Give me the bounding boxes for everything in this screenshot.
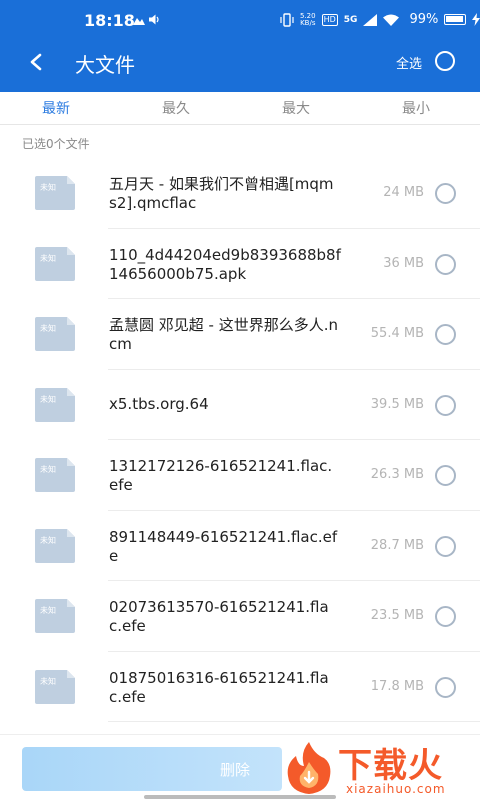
file-select-radio[interactable]: [435, 465, 456, 486]
file-row[interactable]: 未知 891148449-616521241.flac.efe 28.7 MB: [0, 511, 480, 581]
status-time: 18:18: [84, 11, 135, 30]
file-name: 五月天 - 如果我们不曾相遇[mqms2].qmcflac: [109, 175, 334, 212]
tab-largest[interactable]: 最大: [282, 98, 310, 118]
delete-button[interactable]: 删除: [22, 747, 282, 791]
file-select-radio[interactable]: [435, 676, 456, 698]
file-name: 02073613570-616521241.flac.efe: [109, 598, 329, 635]
file-type-label: 未知: [40, 605, 56, 615]
file-type-label: 未知: [40, 464, 56, 474]
file-select-radio[interactable]: [435, 606, 456, 627]
file-row[interactable]: 未知 1312172126-616521241.flac.efe 26.3 MB: [0, 440, 480, 511]
file-row[interactable]: 未知 02073613570-616521241.flac.efe 23.5 M…: [0, 581, 480, 652]
selected-count: 已选0个文件: [22, 137, 90, 151]
file-type-label: 未知: [40, 535, 56, 545]
file-size: 36 MB: [383, 255, 424, 271]
gesture-nav-handle[interactable]: [144, 795, 336, 799]
unknown-file-icon: 未知: [35, 246, 75, 281]
unknown-file-icon: 未知: [35, 458, 75, 492]
unknown-file-icon: 未知: [35, 528, 75, 563]
file-row[interactable]: 未知 x5.tbs.org.64 39.5 MB: [0, 370, 480, 440]
network-speed: 5.20 KB/s: [300, 12, 316, 27]
file-row[interactable]: 未知 110_4d44204ed9b8393688b8f14656000b75.…: [0, 229, 480, 299]
file-select-radio[interactable]: [435, 253, 456, 275]
unknown-file-icon: 未知: [35, 317, 75, 351]
watermark-title: 下载火: [338, 746, 443, 786]
signal-icon: [363, 13, 378, 26]
back-arrow-icon: [30, 53, 42, 71]
unknown-file-icon: 未知: [35, 176, 75, 210]
battery-percent: 99%: [409, 12, 439, 27]
file-type-label: 未知: [40, 182, 56, 192]
status-right-icons: 5.20 KB/s HD 5G 99%: [280, 12, 480, 27]
tab-newest[interactable]: 最新: [42, 98, 70, 118]
tab-oldest[interactable]: 最久: [162, 98, 190, 118]
vibrate-icon: [280, 12, 294, 27]
file-select-radio[interactable]: [435, 324, 456, 345]
file-type-label: 未知: [40, 253, 56, 263]
file-type-label: 未知: [40, 394, 56, 404]
file-name: 891148449-616521241.flac.efe: [109, 527, 338, 565]
unknown-file-icon: 未知: [35, 599, 75, 633]
file-select-radio[interactable]: [435, 394, 456, 416]
file-name: 孟慧圆 邓见超 - 这世界那么多人.ncm: [109, 316, 338, 353]
file-name: 1312172126-616521241.flac.efe: [109, 457, 333, 494]
volume-icon: [149, 14, 159, 25]
file-row[interactable]: 未知 01875016316-616521241.flac.efe 17.8 M…: [0, 652, 480, 722]
network-type: 5G: [343, 14, 358, 25]
file-name: 01875016316-616521241.flac.efe: [109, 668, 329, 706]
back-button[interactable]: [22, 48, 50, 76]
file-row[interactable]: 未知 孟慧圆 邓见超 - 这世界那么多人.ncm 55.4 MB: [0, 299, 480, 370]
unknown-file-icon: 未知: [35, 387, 75, 422]
file-type-label: 未知: [40, 323, 56, 333]
file-size: 17.8 MB: [370, 678, 424, 694]
app-bar: 18:18 5.20 KB/s HD 5G 99% 大文件 全选: [0, 0, 480, 92]
file-name: 110_4d44204ed9b8393688b8f14656000b75.apk: [109, 245, 341, 283]
file-row[interactable]: 未知 五月天 - 如果我们不曾相遇[mqms2].qmcflac 24 MB: [0, 158, 480, 229]
watermark-url: xiazaihuo.com: [346, 782, 446, 796]
network-speed-unit: KB/s: [300, 18, 316, 27]
unknown-file-icon: 未知: [35, 669, 75, 704]
file-size: 26.3 MB: [370, 467, 424, 482]
file-size: 23.5 MB: [370, 608, 424, 623]
file-size: 55.4 MB: [370, 326, 424, 341]
delete-button-label: 删除: [220, 761, 251, 779]
file-select-radio[interactable]: [435, 183, 456, 204]
battery-icon: [444, 14, 467, 25]
watermark: 下载火 xiazaihuo.com: [282, 736, 480, 800]
charging-icon: [472, 13, 480, 26]
file-size: 28.7 MB: [370, 537, 424, 553]
select-all-radio[interactable]: [435, 51, 455, 71]
hd-badge: HD: [321, 13, 338, 26]
flame-logo-icon: [287, 742, 331, 794]
file-type-label: 未知: [40, 676, 56, 686]
file-size: 24 MB: [383, 185, 424, 200]
page-title: 大文件: [75, 53, 135, 77]
file-name: x5.tbs.org.64: [109, 394, 209, 413]
status-left-icons: [133, 14, 161, 25]
status-bar: 18:18 5.20 KB/s HD 5G 99%: [0, 0, 480, 40]
wifi-icon: [383, 14, 400, 26]
file-select-radio[interactable]: [435, 535, 456, 557]
select-all-label[interactable]: 全选: [396, 53, 422, 72]
notification-mountain-icon: [133, 17, 145, 25]
file-size: 39.5 MB: [370, 396, 424, 412]
tab-smallest[interactable]: 最小: [402, 98, 430, 118]
sort-tabs: 最新 最久 最大 最小: [0, 92, 480, 125]
row-divider: [108, 721, 480, 722]
